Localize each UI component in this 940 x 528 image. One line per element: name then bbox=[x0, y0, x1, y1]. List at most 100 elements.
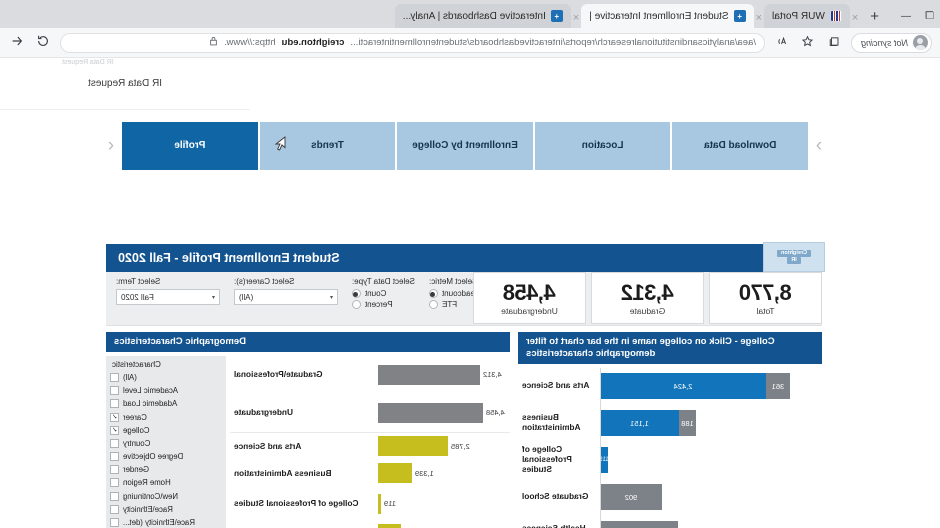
browser-tab-label: WUR Portal bbox=[772, 10, 825, 22]
checkbox[interactable] bbox=[110, 518, 119, 528]
checkbox-checked[interactable]: ✓ bbox=[110, 425, 119, 435]
filter-item-race-ethnicity-detail[interactable]: Race\Ethnicity (det... bbox=[110, 516, 222, 528]
site-permissions-lock-icon[interactable] bbox=[209, 36, 218, 49]
bar-label[interactable]: Arts and Science bbox=[230, 441, 378, 452]
bar-value: 1,339 bbox=[415, 468, 434, 478]
chart-row[interactable]: 902 Graduate School bbox=[518, 479, 822, 516]
bar bbox=[378, 493, 381, 514]
radio-dot bbox=[429, 300, 438, 309]
bar-label[interactable]: Graduate\Professional bbox=[230, 369, 378, 380]
reload-icon[interactable] bbox=[34, 34, 52, 51]
bar-label[interactable]: Undergraduate bbox=[230, 407, 378, 418]
chevron-down-icon: ▾ bbox=[211, 294, 215, 301]
tab-close-icon-0[interactable]: × bbox=[850, 12, 860, 28]
filter-item-adademic-load[interactable]: Adademic Load bbox=[110, 397, 222, 410]
chart-row[interactable]: 4,312 Graduate\Professional bbox=[230, 356, 510, 394]
checkbox[interactable] bbox=[110, 491, 119, 501]
bar-segment-undergraduate: 1,151 bbox=[600, 410, 679, 437]
bar-label[interactable]: Graduate School bbox=[518, 491, 600, 502]
chart-row[interactable]: 4,458 Undergraduate bbox=[230, 394, 510, 432]
bar-segment-graduate: 902 bbox=[600, 484, 662, 511]
read-aloud-icon[interactable] bbox=[773, 35, 791, 51]
window-restore-button[interactable]: ❐ bbox=[925, 11, 934, 22]
new-tab-button[interactable]: + bbox=[860, 8, 889, 28]
filter-item-academic-level[interactable]: Academic Level bbox=[110, 384, 222, 397]
tab-close-icon-1[interactable]: × bbox=[754, 12, 764, 28]
bar-wrap: 2,785 bbox=[378, 436, 510, 457]
checkbox[interactable] bbox=[110, 399, 119, 409]
chart-row[interactable]: 902 Graduate School bbox=[230, 521, 510, 528]
filter-item-college[interactable]: College ✓ bbox=[110, 424, 222, 437]
viz-tab-profile[interactable]: Profile bbox=[122, 121, 258, 170]
radio-percent[interactable]: Percent bbox=[352, 300, 393, 309]
checkbox[interactable] bbox=[110, 504, 119, 514]
checkbox[interactable] bbox=[110, 438, 119, 448]
url-input[interactable]: /aea/analyticsandinstitutionalresearch/r… bbox=[60, 32, 765, 53]
chart-row[interactable]: 188 1,151 Business Administration bbox=[518, 405, 822, 442]
viz-tab-label: Enrollment by College bbox=[412, 139, 518, 151]
radio-fte[interactable]: FTE bbox=[429, 300, 457, 309]
checkbox-checked[interactable]: ✓ bbox=[110, 412, 119, 422]
filter-item-new-continuing[interactable]: New\Continuing bbox=[110, 490, 222, 503]
bar-value: 2,785 bbox=[451, 441, 470, 451]
ir-data-request-link[interactable]: IR Data Request bbox=[0, 58, 250, 110]
back-icon[interactable] bbox=[8, 34, 26, 51]
filter-controls: Select Metric: Headcount FTE Select Data… bbox=[106, 272, 822, 326]
checkbox[interactable] bbox=[110, 452, 119, 462]
checkbox[interactable] bbox=[110, 465, 119, 475]
kpi-card-total: 8,770 Total bbox=[709, 272, 822, 324]
checkbox[interactable] bbox=[110, 372, 119, 382]
filter-item-race-ethnicity[interactable]: Race\Ethnicity bbox=[110, 503, 222, 516]
collections-icon[interactable] bbox=[825, 35, 843, 51]
viz-tab-location[interactable]: Location bbox=[534, 121, 671, 170]
chart-row[interactable]: 2,785 Arts and Science bbox=[230, 433, 510, 460]
kpi-value: 8,770 bbox=[739, 279, 792, 305]
bar-label[interactable]: College of Professional Studies bbox=[518, 444, 600, 475]
dashboard-title-bar: Student Enrollment Profile - Fall 2020 C… bbox=[106, 242, 825, 272]
select-careers-dropdown[interactable]: ▾ (All) bbox=[234, 289, 338, 305]
checkbox[interactable] bbox=[110, 386, 119, 396]
filter-item-degree-objective[interactable]: Degree Objective bbox=[110, 450, 222, 463]
college-panel: College - Click on college name in the b… bbox=[518, 332, 822, 528]
filter-item-country[interactable]: Country bbox=[110, 437, 222, 450]
radio-count[interactable]: Count bbox=[352, 289, 386, 298]
chart-row[interactable]: 119 College of Professional Studies bbox=[230, 487, 510, 521]
select-data-type-label: Select Data Type: bbox=[352, 277, 415, 286]
profile-button[interactable]: Not syncing bbox=[850, 32, 932, 53]
bar-label[interactable]: Business Administration bbox=[230, 468, 378, 479]
filter-item-career[interactable]: Career ✓ bbox=[110, 410, 222, 423]
chart-row[interactable]: 1,339 Business Administration bbox=[230, 460, 510, 487]
url-scheme: https://www. bbox=[224, 37, 276, 48]
viz-tab-trends[interactable]: Trends bbox=[259, 121, 396, 170]
chart-row[interactable]: 361 2,424 Arts and Science bbox=[518, 368, 822, 405]
browser-tab-wur-portal[interactable]: WUR Portal bbox=[764, 4, 850, 28]
checkbox[interactable] bbox=[110, 478, 119, 488]
bar-value: 4,458 bbox=[486, 408, 505, 418]
profile-label: Not syncing bbox=[860, 37, 908, 48]
viz-tabs-next-arrow-icon[interactable]: › bbox=[808, 135, 830, 157]
filter-item-all[interactable]: (All) bbox=[110, 371, 222, 384]
select-data-type-radio-group: Count Percent bbox=[352, 289, 415, 309]
bar-segment-undergraduate: 119 bbox=[599, 447, 609, 474]
browser-tab-student-enrollment-interactive[interactable]: + Student Enrollment Interactive | bbox=[581, 4, 754, 28]
window-minimize-button[interactable]: — bbox=[901, 11, 911, 22]
bar-label[interactable]: College of Professional Studies bbox=[230, 498, 378, 509]
bar-label[interactable]: Arts and Science bbox=[518, 380, 600, 391]
kpi-value: 4,458 bbox=[503, 279, 556, 305]
filter-item-gender[interactable]: Gender bbox=[110, 463, 222, 476]
window-controls[interactable]: ❐ — bbox=[889, 11, 934, 28]
chart-row[interactable]: 1,141 Health Sciences Professionals bbox=[518, 516, 822, 528]
favorites-star-icon[interactable] bbox=[799, 35, 817, 51]
filter-label: Career bbox=[123, 412, 147, 422]
viz-tabs-prev-arrow-icon[interactable]: ‹ bbox=[100, 135, 122, 157]
viz-tab-download-data[interactable]: Download Data bbox=[672, 121, 808, 170]
browser-tab-interactive-dashboards[interactable]: + Interactive Dashboards | Analy... bbox=[394, 4, 571, 28]
filter-item-home-region[interactable]: Home Region bbox=[110, 476, 222, 489]
bar-wrap: 119 bbox=[378, 493, 510, 514]
viz-tab-enrollment-by-college[interactable]: Enrollment by College bbox=[397, 121, 533, 170]
bar-label[interactable]: Health Sciences Professionals bbox=[518, 523, 600, 528]
select-term-dropdown[interactable]: ▾ Fall 2020 bbox=[116, 289, 220, 305]
chart-row[interactable]: 119 College of Professional Studies bbox=[518, 442, 822, 479]
tab-close-icon-2[interactable]: × bbox=[571, 12, 581, 28]
bar-label[interactable]: Business Administration bbox=[518, 412, 600, 433]
